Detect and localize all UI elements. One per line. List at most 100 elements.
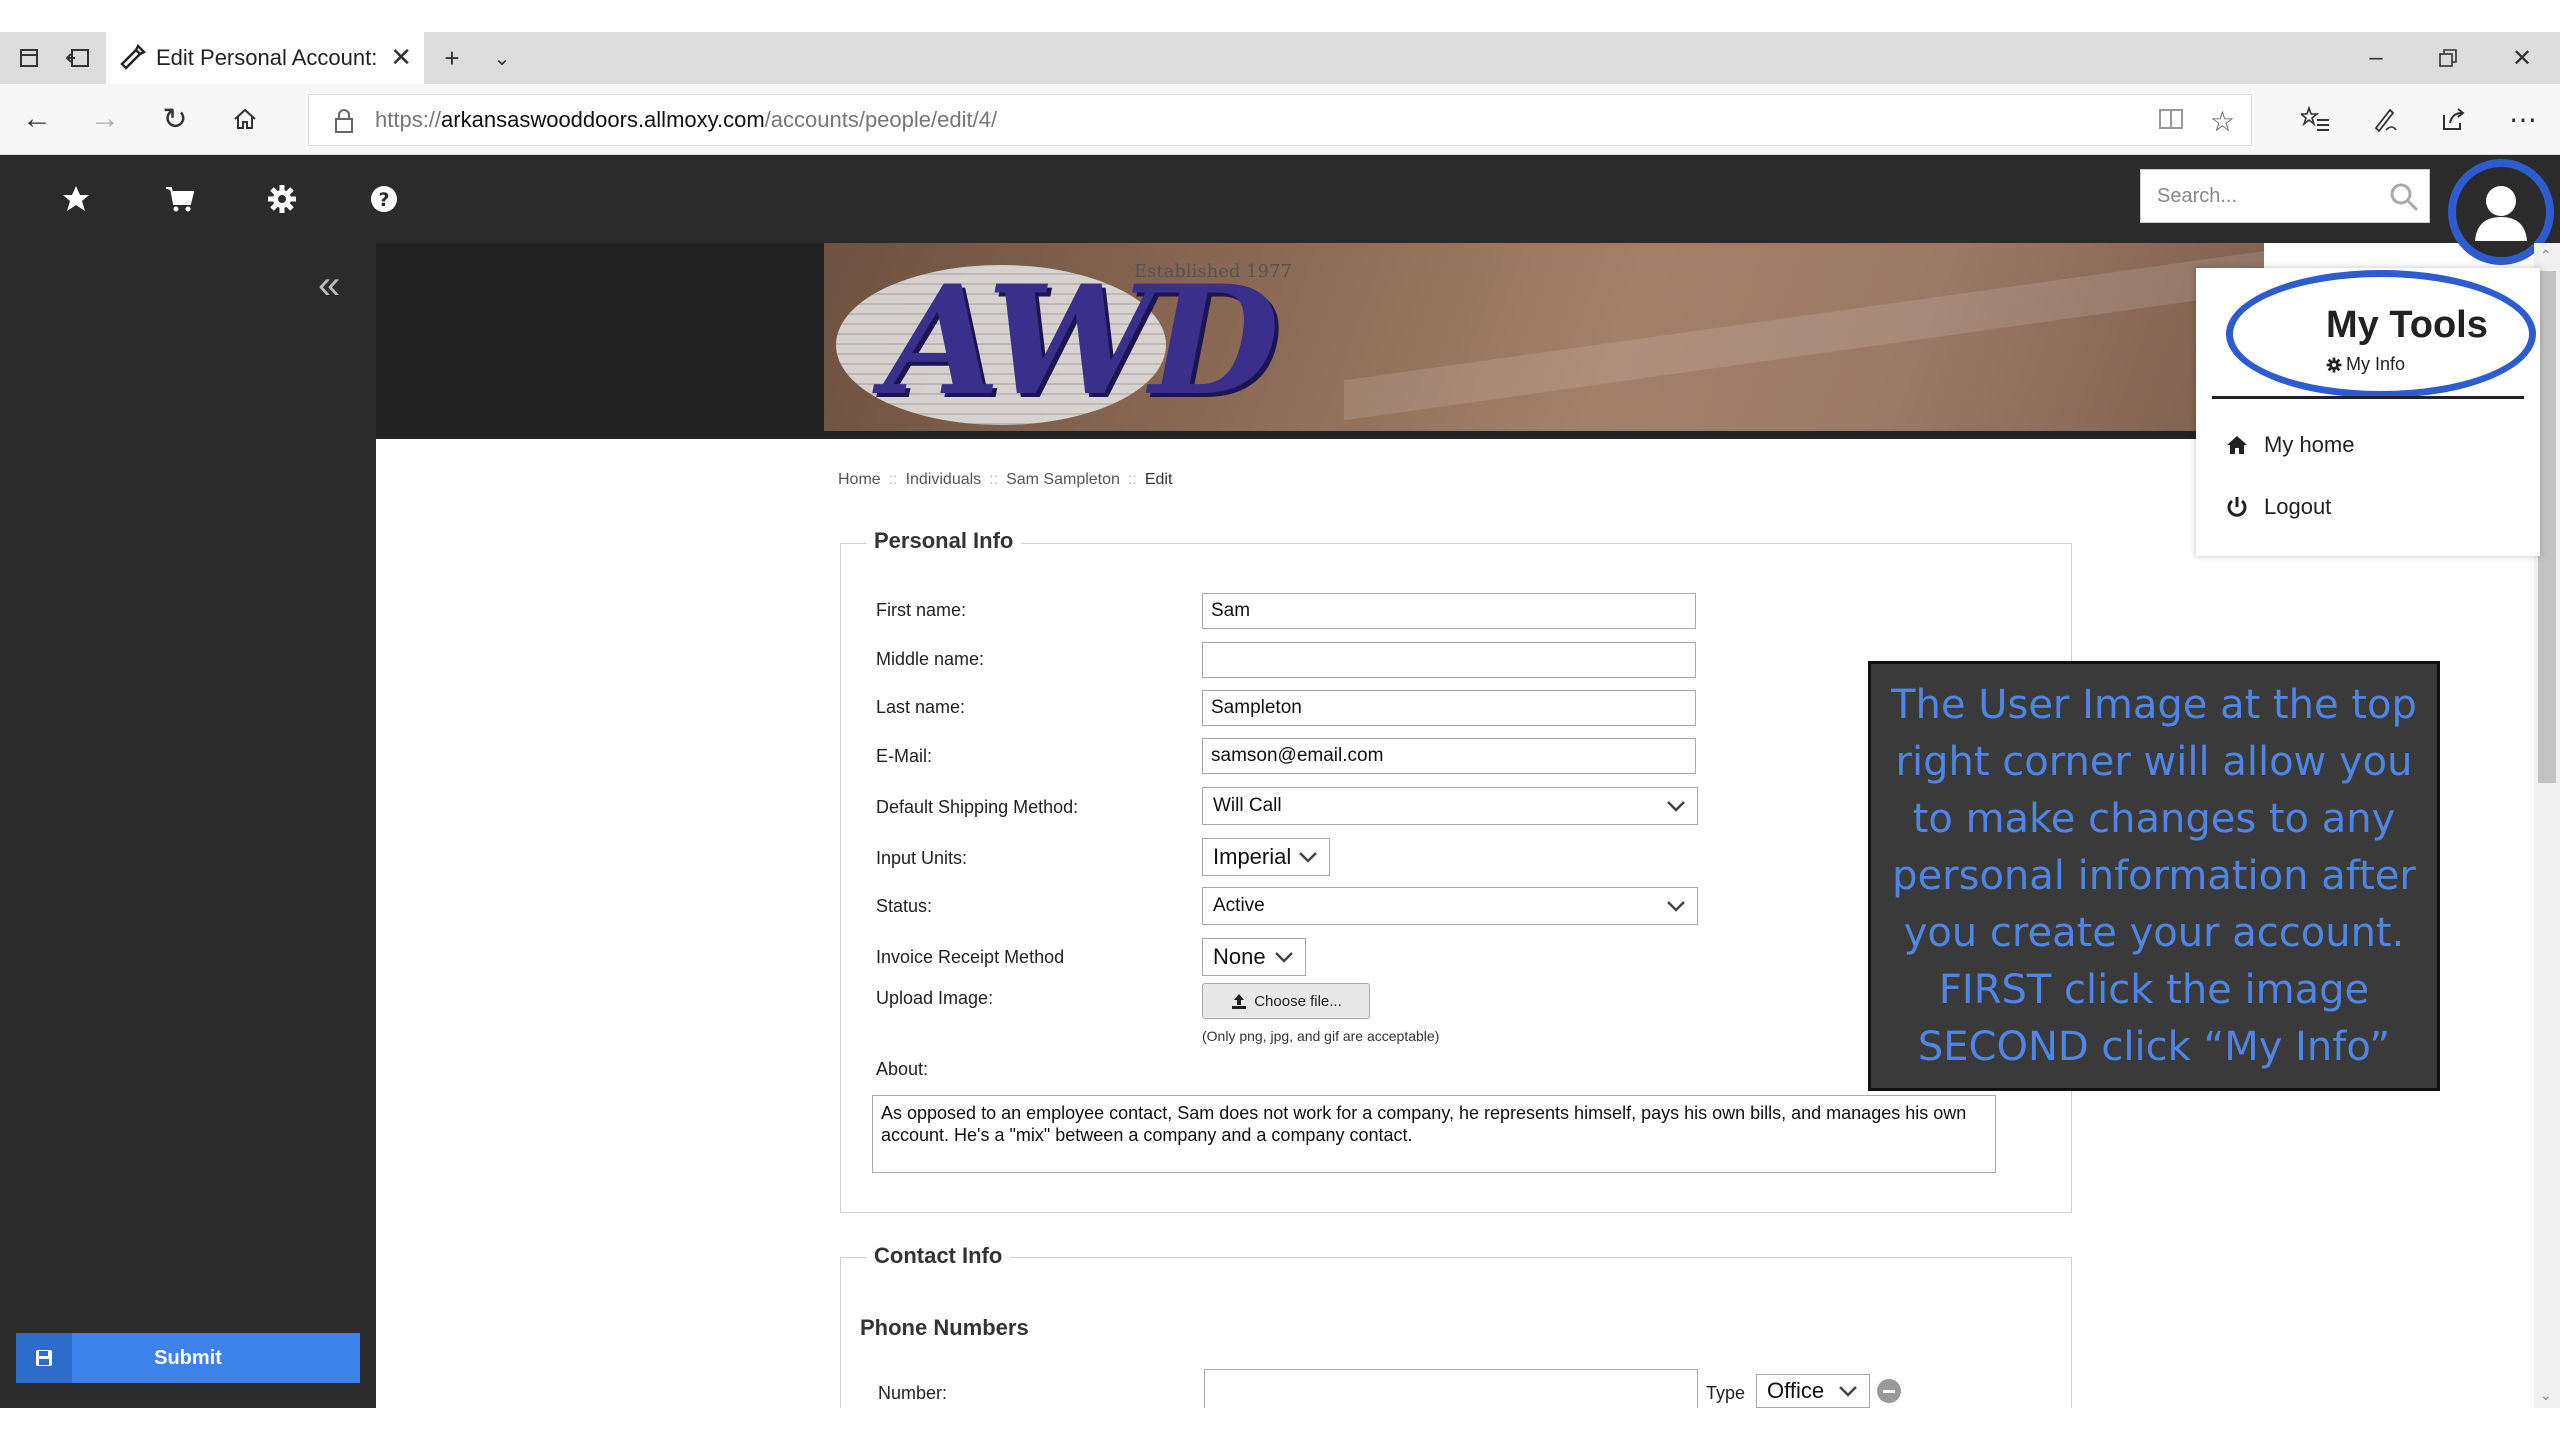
home-icon[interactable] <box>222 96 268 142</box>
email-field[interactable]: samson@email.com <box>1202 738 1696 774</box>
search-icon[interactable] <box>2389 182 2419 212</box>
home-icon <box>2227 436 2247 454</box>
logout-item[interactable]: Logout <box>2226 494 2331 520</box>
web-note-pen-icon[interactable] <box>2362 96 2408 142</box>
my-info-label: My Info <box>2346 354 2406 374</box>
browser-chrome: + ⌄ Edit Personal Account: Sam Sampleton… <box>0 0 2560 155</box>
submit-label: Submit <box>154 1346 222 1369</box>
first-name-field[interactable]: Sam <box>1202 593 1696 629</box>
upload-note: (Only png, jpg, and gif are acceptable) <box>1202 1028 1440 1044</box>
gear-icon <box>2326 357 2342 372</box>
tab-title: Edit Personal Account: Sam Sampleton <box>156 45 384 70</box>
phone-type-select[interactable]: Office <box>1756 1374 1870 1408</box>
collapse-sidebar-icon[interactable]: « <box>318 263 340 308</box>
address-bar[interactable]: https://arkansaswooddoors.allmoxy.com/ac… <box>308 94 2252 146</box>
settings-gear-icon[interactable] <box>262 179 302 219</box>
about-textarea[interactable]: As opposed to an employee contact, Sam d… <box>872 1095 1996 1173</box>
url-scheme: https:// <box>375 107 442 132</box>
invoice-receipt-select[interactable]: None <box>1202 938 1306 976</box>
input-units-select[interactable]: Imperial <box>1202 838 1330 876</box>
logout-label: Logout <box>2264 494 2332 519</box>
breadcrumb-person[interactable]: Sam Sampleton <box>1006 471 1120 488</box>
app-search[interactable] <box>2140 169 2430 223</box>
forward-icon[interactable]: → <box>82 96 128 142</box>
my-info-link[interactable]: My Info <box>2326 354 2405 375</box>
tab-list-chevron-icon[interactable]: ⌄ <box>480 32 524 84</box>
middle-name-field[interactable] <box>1202 642 1696 678</box>
breadcrumb: Home:: Individuals:: Sam Sampleton:: Edit <box>838 471 1173 488</box>
choose-file-label: Choose file... <box>1254 992 1342 1010</box>
search-input[interactable] <box>2157 184 2377 208</box>
restore-icon[interactable] <box>2412 32 2484 84</box>
close-tab-icon[interactable]: ✕ <box>390 42 412 73</box>
personal-info-legend: Personal Info <box>866 528 1022 554</box>
chevron-down-icon <box>1839 1386 1857 1397</box>
phone-type-label: Type <box>1706 1383 1746 1403</box>
new-tab-button[interactable]: + <box>428 32 476 84</box>
sidebar: « Submit <box>0 243 376 1408</box>
favorites-star-icon[interactable] <box>56 179 96 219</box>
refresh-icon[interactable]: ↻ <box>152 96 198 142</box>
middle-name-label: Middle name: <box>876 649 985 669</box>
choose-file-button[interactable]: Choose file... <box>1202 983 1370 1019</box>
my-tools-title: My Tools <box>2326 304 2488 346</box>
shipping-method-select[interactable]: Will Call <box>1202 787 1698 825</box>
site-favicon-icon <box>120 43 147 70</box>
top-margin <box>0 0 2560 32</box>
url-host: arkansaswooddoors.allmoxy.com <box>441 107 765 132</box>
more-options-icon[interactable]: ⋯ <box>2500 96 2546 142</box>
favorite-star-icon[interactable]: ☆ <box>2210 105 2235 138</box>
callout-text: The User Image at the top right corner w… <box>1891 681 2417 1070</box>
chevron-down-icon <box>1275 952 1293 963</box>
lock-icon <box>335 109 353 133</box>
back-icon[interactable]: ← <box>14 96 60 142</box>
my-home-item[interactable]: My home <box>2226 432 2354 458</box>
instruction-callout: The User Image at the top right corner w… <box>1868 661 2440 1091</box>
last-name-field[interactable]: Sampleton <box>1202 690 1696 726</box>
close-window-icon[interactable]: ✕ <box>2486 32 2558 84</box>
status-value: Active <box>1213 895 1265 916</box>
my-home-label: My home <box>2264 432 2355 457</box>
minimize-icon[interactable]: – <box>2340 32 2412 84</box>
power-icon <box>2227 497 2247 517</box>
phone-number-label: Number: <box>878 1383 948 1403</box>
upload-icon <box>1232 994 1247 1009</box>
phone-number-field[interactable] <box>1204 1369 1698 1409</box>
email-label: E-Mail: <box>876 746 933 766</box>
submit-button[interactable]: Submit <box>16 1333 360 1383</box>
wood-plank <box>1344 243 2264 421</box>
phone-type-value: Office <box>1767 1378 1825 1403</box>
phone-numbers-heading: Phone Numbers <box>860 1315 1029 1340</box>
upload-image-label: Upload Image: <box>876 988 994 1008</box>
status-select[interactable]: Active <box>1202 887 1698 925</box>
breadcrumb-home[interactable]: Home <box>838 471 881 488</box>
scrollbar-thumb[interactable] <box>2538 271 2556 783</box>
save-floppy-icon <box>16 1333 72 1383</box>
tab-actions-icon[interactable] <box>8 32 52 84</box>
user-silhouette-icon <box>2475 186 2527 241</box>
contact-info-legend: Contact Info <box>866 1243 1011 1269</box>
help-icon[interactable]: ? <box>364 179 404 219</box>
svg-text:?: ? <box>378 189 389 211</box>
favorites-list-icon[interactable] <box>2292 96 2338 142</box>
app-top-bar: ? <box>0 155 2560 265</box>
active-tab[interactable]: Edit Personal Account: Sam Sampleton ✕ <box>106 32 424 84</box>
address-toolbar: ← → ↻ https://arkansaswooddoors.allmoxy.… <box>0 84 2560 155</box>
dropdown-divider <box>2212 396 2524 399</box>
input-units-value: Imperial <box>1213 844 1292 869</box>
scroll-down-icon[interactable]: ⌄ <box>2540 1387 2552 1404</box>
established-text: Established 1977 <box>1134 261 1292 282</box>
about-label: About: <box>876 1059 929 1079</box>
shipping-method-value: Will Call <box>1213 795 1282 816</box>
scroll-up-icon[interactable]: ⌃ <box>2540 247 2552 264</box>
set-aside-tabs-icon[interactable] <box>56 32 100 84</box>
company-banner: AWD Established 1977 <box>824 243 2264 431</box>
breadcrumb-individuals[interactable]: Individuals <box>906 471 982 488</box>
remove-phone-icon[interactable] <box>1877 1379 1901 1403</box>
cart-icon[interactable] <box>160 179 200 219</box>
invoice-receipt-value: None <box>1213 944 1266 969</box>
share-icon[interactable] <box>2430 96 2476 142</box>
first-name-label: First name: <box>876 600 967 620</box>
reading-view-icon[interactable] <box>2158 105 2184 137</box>
status-label: Status: <box>876 896 933 916</box>
